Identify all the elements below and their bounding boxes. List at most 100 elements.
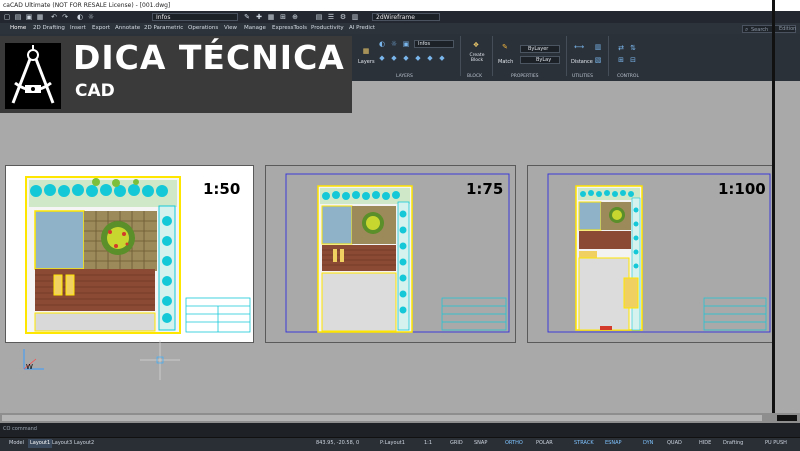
layers-panel-label: LAYERS bbox=[396, 74, 413, 79]
viewport-1-75[interactable]: 1:75 bbox=[265, 165, 516, 343]
quad-toggle[interactable]: QUAD bbox=[667, 439, 682, 448]
scroll-thumb[interactable] bbox=[2, 415, 762, 421]
match-icon[interactable]: ✎ bbox=[243, 13, 251, 21]
tab-2d-parametric[interactable]: 2D Parametric bbox=[144, 23, 183, 34]
layer-tool-5-icon[interactable]: ◆ bbox=[426, 54, 434, 62]
color-value: ByLayer bbox=[528, 46, 549, 52]
layer-lock-icon[interactable]: ▣ bbox=[402, 40, 410, 48]
tab-insert[interactable]: Insert bbox=[70, 23, 86, 34]
banner-title: DICA TÉCNICA bbox=[73, 38, 345, 77]
match-button[interactable]: Match bbox=[498, 59, 513, 65]
layer-freeze-icon[interactable]: ☼ bbox=[390, 40, 398, 48]
distance-button[interactable]: Distance bbox=[571, 59, 593, 65]
control-4-icon[interactable]: ⊟ bbox=[629, 56, 637, 64]
utilities-panel-label: UTILITIES bbox=[572, 74, 593, 79]
ribbon-separator bbox=[566, 36, 567, 76]
layer-lock-icon[interactable]: ☼ bbox=[87, 13, 95, 21]
visual-style-dropdown[interactable]: 2dWireframe bbox=[372, 13, 440, 21]
layout-tab-layout3[interactable]: Layout3 bbox=[50, 439, 74, 448]
control-1-icon[interactable]: ⇄ bbox=[617, 44, 625, 52]
layer-tool-1-icon[interactable]: ◆ bbox=[378, 54, 386, 62]
layers-button[interactable]: Layers bbox=[358, 59, 375, 65]
strack-toggle[interactable]: STRACK bbox=[574, 439, 594, 448]
paper-space-toggle[interactable]: P:Layout1 bbox=[380, 439, 405, 448]
tool-icon[interactable]: ✚ bbox=[255, 13, 263, 21]
linetype-value: ByLay bbox=[536, 57, 552, 63]
tab-view[interactable]: View bbox=[224, 23, 237, 34]
measure-icon[interactable]: ⊞ bbox=[279, 13, 287, 21]
viewport-1-50[interactable]: 1:50 bbox=[5, 165, 254, 343]
vertical-scrollbar[interactable] bbox=[772, 0, 775, 450]
tab-operations[interactable]: Operations bbox=[188, 23, 218, 34]
command-line[interactable] bbox=[0, 423, 800, 437]
tab-annotate[interactable]: Annotate bbox=[115, 23, 140, 34]
viewport-1-100[interactable]: 1:100 bbox=[527, 165, 776, 343]
tab-ai-predict[interactable]: AI Predict bbox=[349, 23, 375, 34]
grid-toggle[interactable]: GRID bbox=[450, 439, 463, 448]
search-icon: ⌕ bbox=[745, 26, 749, 33]
coordinates-readout: 843.95, -20.58, 0 bbox=[316, 440, 360, 446]
linetype-dropdown[interactable]: ByLay bbox=[520, 56, 560, 64]
layer-dropdown[interactable]: Infos bbox=[414, 40, 454, 48]
create-block-button[interactable]: Create Block bbox=[466, 53, 488, 63]
layer-tool-6-icon[interactable]: ◆ bbox=[438, 54, 446, 62]
layers-icon: ▦ bbox=[362, 47, 370, 55]
match-properties-icon: ✎ bbox=[502, 43, 508, 51]
utility-2-icon[interactable]: ▧ bbox=[594, 56, 602, 64]
save-icon[interactable]: ▣ bbox=[25, 13, 33, 21]
properties-icon[interactable]: ☰ bbox=[327, 13, 335, 21]
polar-toggle[interactable]: POLAR bbox=[536, 439, 553, 448]
color-dropdown[interactable]: ByLayer bbox=[520, 45, 560, 53]
layer-tool-3-icon[interactable]: ◆ bbox=[402, 54, 410, 62]
grid-icon[interactable]: ▦ bbox=[267, 13, 275, 21]
dyn-toggle[interactable]: DYN bbox=[643, 439, 653, 448]
layer-dropdown-value: Infos bbox=[418, 41, 431, 47]
print-icon[interactable]: ▦ bbox=[36, 13, 44, 21]
redo-icon[interactable]: ↷ bbox=[61, 13, 69, 21]
zoom-icon[interactable]: ⊕ bbox=[291, 13, 299, 21]
horizontal-scrollbar[interactable] bbox=[0, 413, 800, 423]
quick-access-toolbar: ▢ ▤ ▣ ▦ ↶ ↷ ◐ ☼ Infos ✎ ✚ ▦ ⊞ ⊕ ▤ ☰ ⚙ ▥ … bbox=[0, 11, 800, 23]
ortho-toggle[interactable]: ORTHO bbox=[505, 439, 523, 448]
layer-tool-2-icon[interactable]: ◆ bbox=[390, 54, 398, 62]
view-icon[interactable]: ▤ bbox=[315, 13, 323, 21]
tab-home[interactable]: Home bbox=[10, 23, 26, 34]
tab-2d-drafting[interactable]: 2D Drafting bbox=[33, 23, 65, 34]
hide-toggle[interactable]: HIDE bbox=[699, 439, 711, 448]
scale-label-1-75: 1:75 bbox=[466, 180, 504, 198]
scale-label-1-50: 1:50 bbox=[203, 180, 241, 198]
undo-icon[interactable]: ↶ bbox=[50, 13, 58, 21]
control-3-icon[interactable]: ⊞ bbox=[617, 56, 625, 64]
tab-manage[interactable]: Manage bbox=[244, 23, 266, 34]
layout-tab-layout1[interactable]: Layout1 bbox=[28, 439, 53, 448]
tab-export[interactable]: Export bbox=[92, 23, 110, 34]
layout-tab-layout2[interactable]: Layout2 bbox=[72, 439, 96, 448]
quick-layer-dropdown[interactable]: Infos bbox=[152, 13, 238, 21]
visual-style-value: 2dWireframe bbox=[376, 14, 415, 21]
block-panel-label: BLOCK bbox=[467, 74, 483, 79]
sheet-icon[interactable]: ▥ bbox=[351, 13, 359, 21]
open-file-icon[interactable]: ▤ bbox=[14, 13, 22, 21]
annotation-scale[interactable]: 1:1 bbox=[424, 439, 432, 448]
esnap-toggle[interactable]: ESNAP bbox=[605, 439, 622, 448]
scroll-end-button[interactable] bbox=[777, 415, 797, 421]
settings-icon[interactable]: ⚙ bbox=[339, 13, 347, 21]
new-file-icon[interactable]: ▢ bbox=[3, 13, 11, 21]
layer-off-icon[interactable]: ◐ bbox=[378, 40, 386, 48]
layout-tab-model[interactable]: Model bbox=[7, 439, 26, 448]
control-2-icon[interactable]: ⇅ bbox=[629, 44, 637, 52]
workspace-dropdown[interactable]: Drafting bbox=[723, 439, 743, 448]
layer-tool-4-icon[interactable]: ◆ bbox=[414, 54, 422, 62]
create-block-icon: ❖ bbox=[472, 41, 480, 49]
window-title: caCAD Ultimate (NOT FOR RESALE License) … bbox=[3, 2, 171, 9]
tab-expresstools[interactable]: ExpressTools bbox=[272, 23, 307, 34]
utility-1-icon[interactable]: ▥ bbox=[594, 43, 602, 51]
pupush-toggle[interactable]: PU PUSH bbox=[765, 439, 787, 448]
properties-panel-label: PROPERTIES bbox=[511, 74, 539, 79]
ucs-icon bbox=[23, 349, 44, 370]
snap-toggle[interactable]: SNAP bbox=[474, 439, 487, 448]
layer-state-icon[interactable]: ◐ bbox=[76, 13, 84, 21]
tab-productivity[interactable]: Productivity bbox=[311, 23, 344, 34]
search-placeholder: Search bbox=[751, 27, 769, 33]
crosshair-cursor bbox=[140, 340, 180, 380]
